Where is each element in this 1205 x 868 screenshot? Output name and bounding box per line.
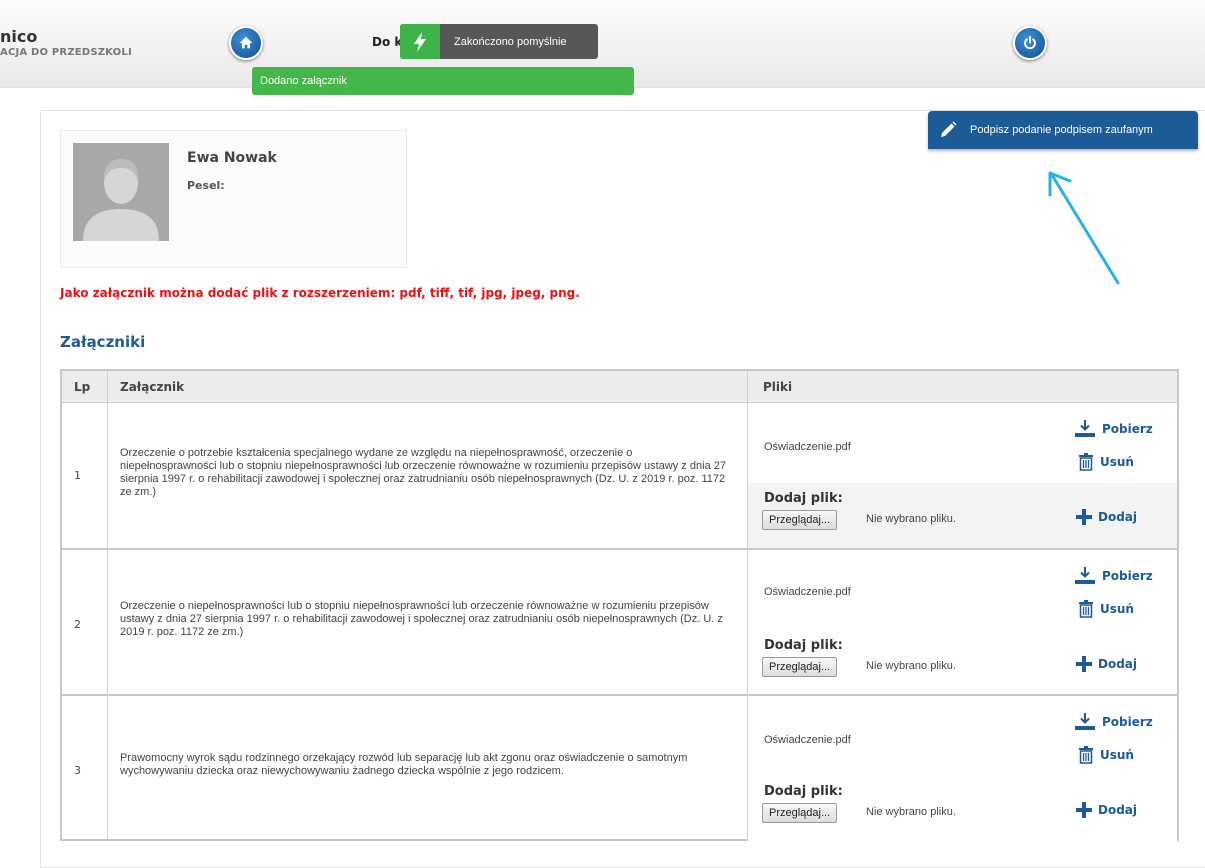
home-button[interactable]: [229, 26, 263, 60]
avatar: [73, 143, 169, 241]
table-row: 2 Orzeczenie o niepełnosprawności lub o …: [62, 548, 1177, 695]
column-divider: [107, 371, 108, 839]
add-button[interactable]: Dodaj: [1076, 802, 1137, 818]
add-file-label: Dodaj plik:: [764, 638, 843, 653]
profile-card: Ewa Nowak Pesel:: [60, 130, 407, 268]
browse-button[interactable]: Przeglądaj...: [762, 510, 838, 530]
table-header: Lp Załącznik Pliki: [62, 371, 1177, 403]
add-file-area: Dodaj plik: Przeglądaj... Nie wybrano pl…: [748, 483, 1177, 548]
delete-label: Usuń: [1100, 748, 1134, 762]
download-label: Pobierz: [1102, 715, 1153, 729]
delete-label: Usuń: [1100, 455, 1134, 469]
plus-icon: [1076, 509, 1092, 525]
trash-icon: [1079, 600, 1093, 618]
trash-icon: [1079, 746, 1093, 764]
pesel-label: Pesel:: [187, 179, 225, 192]
plus-icon: [1076, 802, 1092, 818]
attachment-description: Orzeczenie o potrzebie kształcenia specj…: [120, 447, 726, 498]
attachment-added-toast[interactable]: Dodano załącznik: [252, 67, 634, 95]
download-icon: [1075, 713, 1095, 730]
bolt-icon: [400, 24, 440, 59]
trash-icon: [1079, 453, 1093, 471]
file-name[interactable]: Oświadczenie.pdf: [764, 441, 851, 453]
delete-button[interactable]: Usuń: [1078, 600, 1134, 618]
attachment-description: Prawomocny wyrok sądu rodzinnego orzekaj…: [120, 752, 688, 777]
browse-button[interactable]: Przeglądaj...: [762, 657, 838, 677]
add-file-label: Dodaj plik:: [764, 784, 843, 799]
sign-trusted-profile-button[interactable]: Podpisz podanie podpisem zaufanym: [928, 111, 1198, 149]
file-cell: Oświadczenie.pdf Pobierz Usuń: [748, 550, 1177, 630]
delete-button[interactable]: Usuń: [1078, 453, 1134, 471]
pointer-arrow-icon: [1048, 171, 1120, 285]
file-name[interactable]: Oświadczenie.pdf: [764, 734, 851, 746]
row-number: 3: [74, 764, 81, 777]
download-icon: [1075, 567, 1095, 584]
download-button[interactable]: Pobierz: [1074, 566, 1153, 586]
file-types-notice: Jako załącznik można dodać plik z rozsze…: [60, 286, 580, 300]
download-label: Pobierz: [1102, 422, 1153, 436]
browse-button[interactable]: Przeglądaj...: [762, 803, 838, 823]
table-row: 1 Orzeczenie o potrzebie kształcenia spe…: [62, 403, 1177, 548]
add-button[interactable]: Dodaj: [1076, 656, 1137, 672]
add-file-area: Dodaj plik: Przeglądaj... Nie wybrano pl…: [748, 630, 1177, 695]
logout-button[interactable]: [1013, 26, 1047, 60]
delete-button[interactable]: Usuń: [1078, 746, 1134, 764]
person-name: Ewa Nowak: [187, 150, 277, 166]
row-number: 1: [74, 469, 81, 482]
attachments-table: Lp Załącznik Pliki 1 Orzeczenie o potrze…: [60, 369, 1179, 841]
no-file-text: Nie wybrano pliku.: [866, 806, 956, 818]
attachment-description: Orzeczenie o niepełnosprawności lub o st…: [120, 600, 723, 638]
add-label: Dodaj: [1098, 803, 1138, 817]
no-file-text: Nie wybrano pliku.: [866, 660, 956, 672]
power-icon: [1024, 35, 1036, 50]
download-button[interactable]: Pobierz: [1074, 712, 1153, 732]
brand-subtitle: ACJA DO PRZEDSZKOLI: [0, 47, 132, 58]
header-lp: Lp: [74, 380, 91, 394]
row-number: 2: [74, 618, 81, 631]
add-file-area: Dodaj plik: Przeglądaj... Nie wybrano pl…: [748, 776, 1177, 841]
table-row: 3 Prawomocny wyrok sądu rodzinnego orzek…: [62, 694, 1177, 841]
add-label: Dodaj: [1098, 510, 1138, 524]
add-button[interactable]: Dodaj: [1076, 509, 1137, 525]
success-toast-message: Zakończono pomyślnie: [454, 35, 567, 48]
header-attachment: Załącznik: [120, 380, 185, 394]
home-icon: [239, 36, 253, 49]
download-label: Pobierz: [1102, 569, 1153, 583]
file-cell: Oświadczenie.pdf Pobierz Usuń: [748, 403, 1177, 483]
brand-name: nico: [0, 27, 38, 46]
pencil-icon: [941, 121, 957, 137]
add-label: Dodaj: [1098, 657, 1138, 671]
header-files: Pliki: [763, 380, 793, 394]
download-button[interactable]: Pobierz: [1074, 419, 1153, 439]
success-toast[interactable]: Zakończono pomyślnie: [400, 24, 598, 59]
download-icon: [1075, 420, 1095, 437]
column-divider: [747, 371, 748, 839]
plus-icon: [1076, 656, 1092, 672]
add-file-label: Dodaj plik:: [764, 491, 843, 506]
section-title: Załączniki: [60, 333, 146, 351]
file-name[interactable]: Oświadczenie.pdf: [764, 586, 851, 598]
sign-button-label: Podpisz podanie podpisem zaufanym: [970, 124, 1153, 136]
file-cell: Oświadczenie.pdf Pobierz Usuń: [748, 696, 1177, 776]
delete-label: Usuń: [1100, 602, 1134, 616]
no-file-text: Nie wybrano pliku.: [866, 513, 956, 525]
